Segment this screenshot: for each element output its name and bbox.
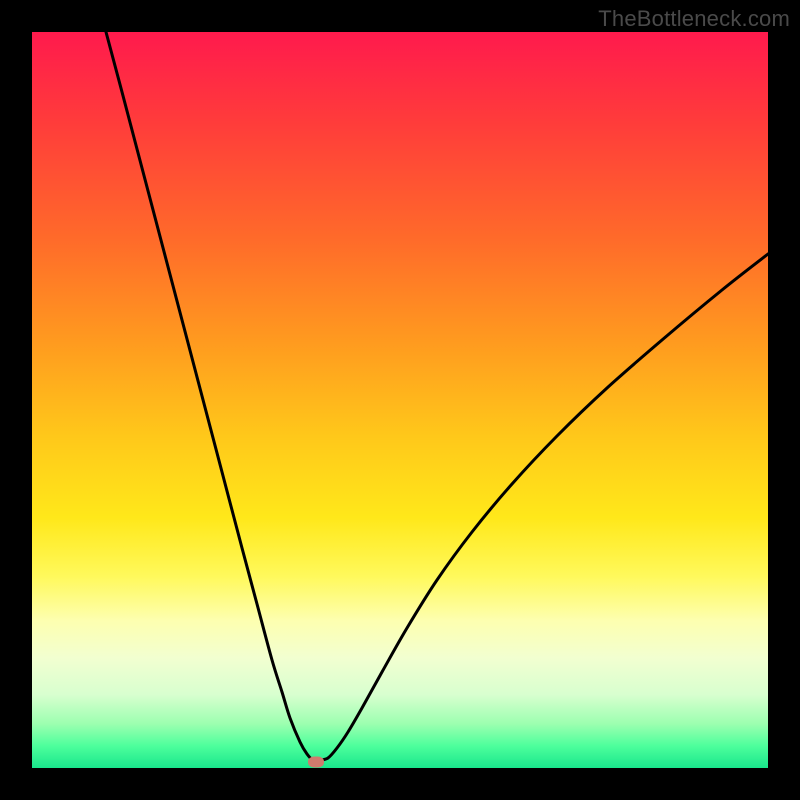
curve-svg: [32, 32, 768, 768]
chart-frame: TheBottleneck.com: [0, 0, 800, 800]
watermark-text: TheBottleneck.com: [598, 6, 790, 32]
minimum-marker: [308, 757, 324, 768]
plot-area: [32, 32, 768, 768]
bottleneck-curve: [106, 32, 768, 761]
